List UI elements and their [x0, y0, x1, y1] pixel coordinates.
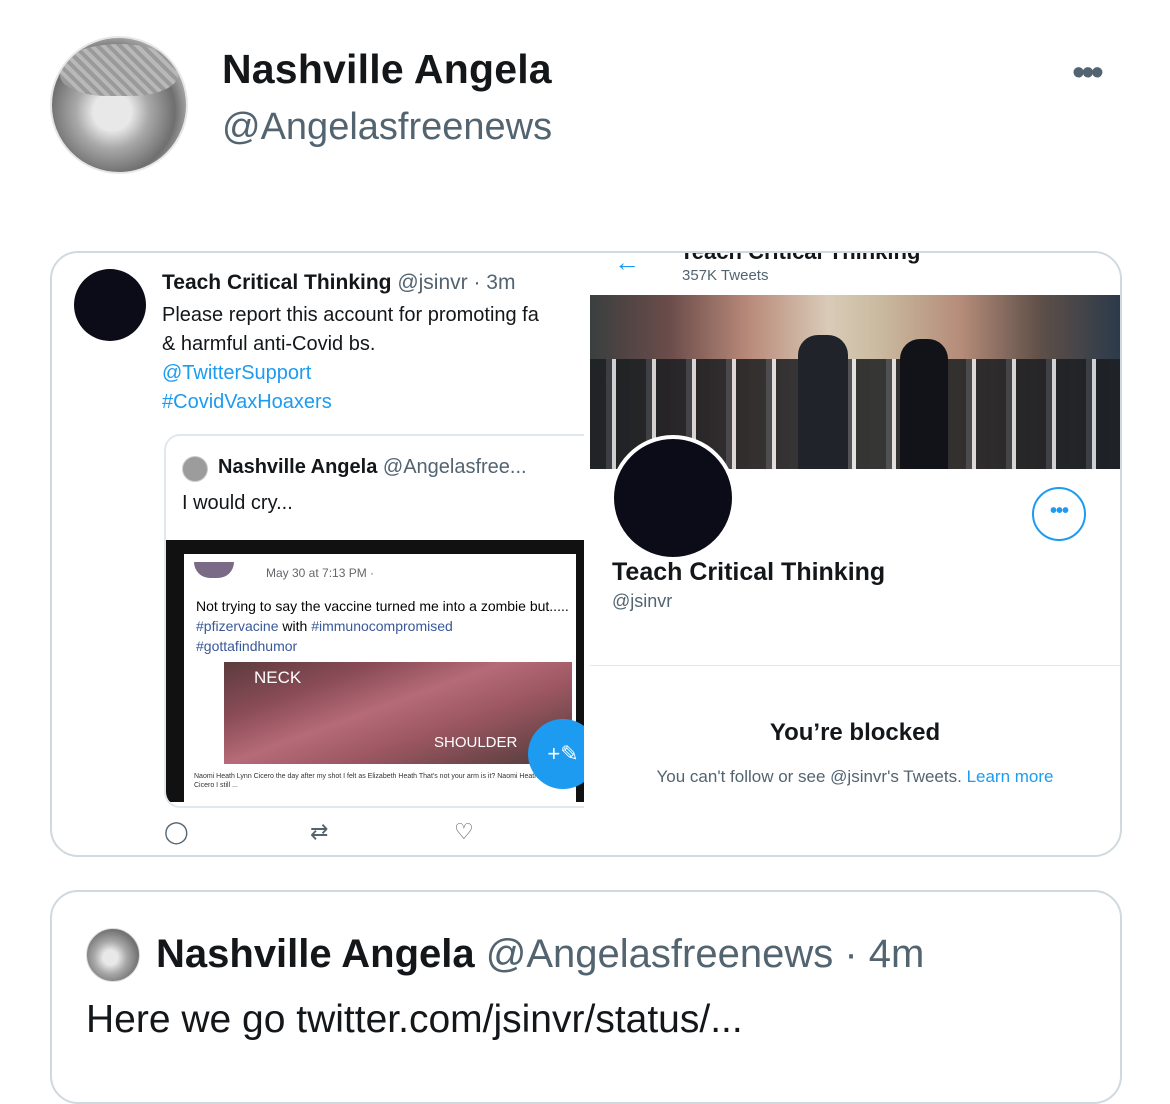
profile-name: Teach Critical Thinking: [612, 558, 886, 586]
fb-post-meta: May 30 at 7:13 PM ·: [266, 566, 375, 580]
back-arrow-icon: ←: [614, 253, 640, 277]
profile-more-icon: •••: [1032, 487, 1086, 541]
attached-screenshot[interactable]: Teach Critical Thinking @jsinvr · 3m Ple…: [50, 251, 1122, 857]
blocked-title: You’re blocked: [769, 719, 941, 746]
quoted-text: I would cry...: [182, 492, 293, 514]
photo-label-neck: NECK: [254, 668, 302, 687]
profile-avatar: [610, 435, 736, 561]
quoted-tweet-handle-time: @Angelasfreenews · 4m: [485, 932, 925, 976]
quoted-tweet-avatar: [86, 928, 140, 982]
reply-icon: ◯: [164, 819, 189, 844]
tct-hashtag: #CovidVaxHoaxers: [162, 391, 332, 413]
quoted-avatar: [182, 456, 208, 482]
tct-tweet-text: Please report this account for promoting…: [162, 301, 539, 417]
facebook-post-image: May 30 at 7:13 PM · Not trying to say th…: [166, 540, 584, 802]
photo-label-shoulder: SHOULDER: [434, 734, 518, 751]
quoted-name: Nashville Angela: [218, 456, 378, 478]
profile-handle: @jsinvr: [612, 591, 673, 611]
like-icon: ♡: [454, 819, 474, 844]
tct-avatar: [74, 269, 146, 341]
fb-avatar: [194, 562, 234, 578]
author-handle[interactable]: @Angelasfreenews: [222, 106, 552, 149]
more-options-icon[interactable]: •••: [1072, 52, 1104, 95]
tct-tweet-header: Teach Critical Thinking @jsinvr · 3m: [162, 271, 515, 295]
author-display-name[interactable]: Nashville Angela: [222, 46, 552, 93]
divider: [590, 665, 1120, 666]
facebook-post: May 30 at 7:13 PM · Not trying to say th…: [184, 554, 576, 802]
quoted-handle: @Angelasfree...: [382, 456, 527, 478]
tct-name: Teach Critical Thinking: [162, 271, 392, 294]
quoted-tweet-card[interactable]: Nashville Angela @Angelasfreenews · 4m H…: [50, 890, 1122, 1104]
tct-text-line2: & harmful anti-Covid bs.: [162, 333, 376, 355]
tct-mention: @TwitterSupport: [162, 362, 312, 384]
learn-more-link: Learn more: [966, 767, 1054, 786]
profile-tweet-count: 357K Tweets: [682, 267, 769, 284]
tct-text-line1: Please report this account for promoting…: [162, 304, 539, 326]
quoted-tweet-header: Nashville Angela @Angelasfreenews · 4m: [156, 932, 924, 977]
screenshot-right-pane: ← Teach Critical Thinking 357K Tweets ••…: [590, 253, 1120, 855]
profile-header-title: Teach Critical Thinking: [680, 253, 920, 265]
blocked-message: You can't follow or see @jsinvr's Tweets…: [656, 767, 1054, 786]
tct-handle-time: @jsinvr · 3m: [397, 271, 516, 294]
quoted-tweet-name: Nashville Angela: [156, 932, 475, 976]
fb-post-text: Not trying to say the vaccine turned me …: [196, 598, 569, 654]
screenshot-left-pane: Teach Critical Thinking @jsinvr · 3m Ple…: [52, 253, 584, 855]
fb-comments: Naomi Heath Lynn Cicero the day after my…: [194, 773, 555, 789]
quoted-tweet-text: Here we go twitter.com/jsinvr/status/...: [86, 998, 743, 1041]
quoted-header: Nashville Angela @Angelasfree...: [218, 456, 527, 479]
arm-photo: NECK SHOULDER: [224, 662, 572, 764]
retweet-icon: ⇄: [310, 819, 329, 844]
quoted-tweet-in-screenshot: Nashville Angela @Angelasfree... I would…: [164, 434, 584, 808]
author-avatar[interactable]: [50, 36, 188, 174]
